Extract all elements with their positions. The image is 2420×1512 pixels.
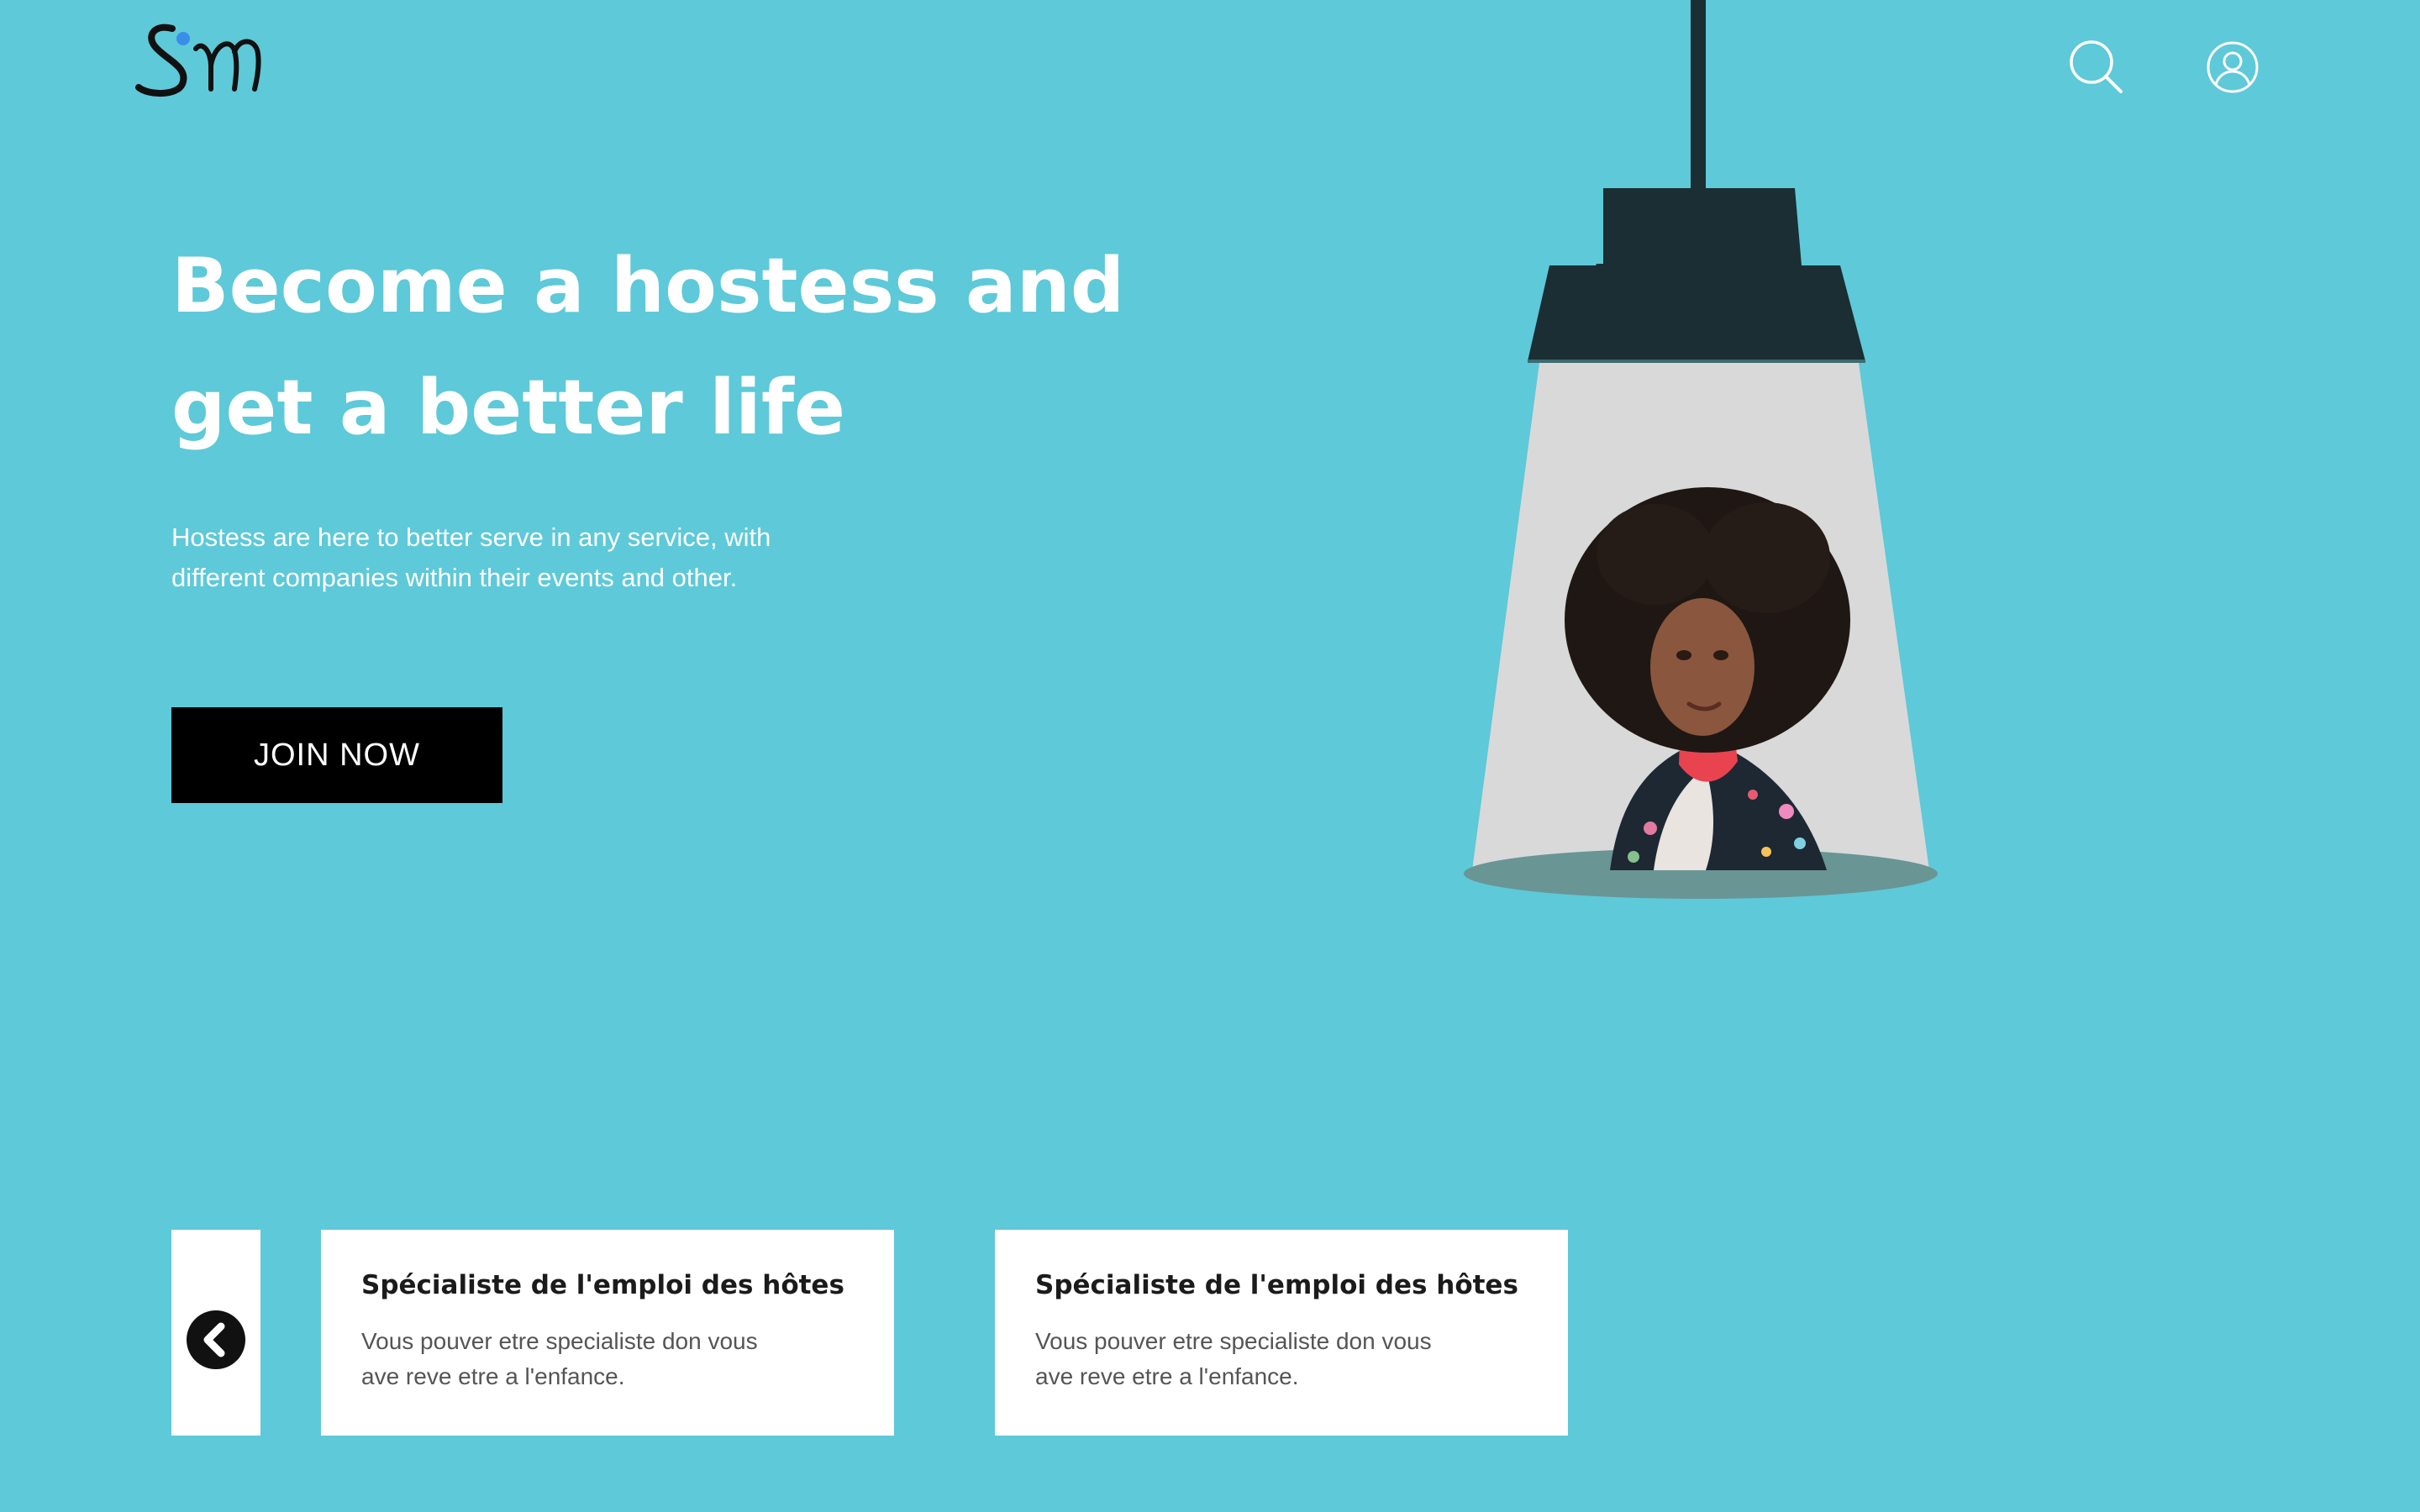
join-now-button[interactable]: JOIN NOW <box>171 707 502 803</box>
hero-title-line-1: Become a hostess and <box>171 242 1125 330</box>
service-card-title: Spécialiste de l'emploi des hôtes <box>1035 1270 1518 1300</box>
service-card-title: Spécialiste de l'emploi des hôtes <box>361 1270 844 1300</box>
search-icon <box>2070 40 2123 93</box>
carousel-prev-button[interactable] <box>171 1230 260 1436</box>
service-card-text-line-1: Vous pouver etre specialiste don vous <box>361 1328 758 1354</box>
chevron-left-icon <box>187 1310 245 1369</box>
search-button[interactable] <box>2067 38 2126 97</box>
hero-title: Become a hostess and get a better life <box>171 225 1125 469</box>
user-profile-icon <box>2207 41 2259 93</box>
hero-description: Hostess are here to better serve in any … <box>171 517 771 598</box>
service-card-text: Vous pouver etre specialiste don vous av… <box>1035 1324 1528 1394</box>
sm-script-logo-icon <box>135 24 261 97</box>
hanging-lamp-icon <box>1464 0 1938 899</box>
service-card-text-line-1: Vous pouver etre specialiste don vous <box>1035 1328 1432 1354</box>
service-card-text-line-2: ave reve etre a l'enfance. <box>361 1363 625 1389</box>
hero-description-line-1: Hostess are here to better serve in any … <box>171 522 771 552</box>
service-card-text: Vous pouver etre specialiste don vous av… <box>361 1324 854 1394</box>
service-card[interactable]: Spécialiste de l'emploi des hôtes Vous p… <box>995 1230 1568 1436</box>
user-account-button[interactable] <box>2203 38 2262 97</box>
hero-title-line-2: get a better life <box>171 364 846 452</box>
lamp-illustration <box>1454 0 1958 907</box>
service-card-text-line-2: ave reve etre a l'enfance. <box>1035 1363 1299 1389</box>
site-logo[interactable] <box>130 18 273 102</box>
service-card[interactable]: Spécialiste de l'emploi des hôtes Vous p… <box>321 1230 894 1436</box>
hero-description-line-2: different companies within their events … <box>171 563 738 592</box>
